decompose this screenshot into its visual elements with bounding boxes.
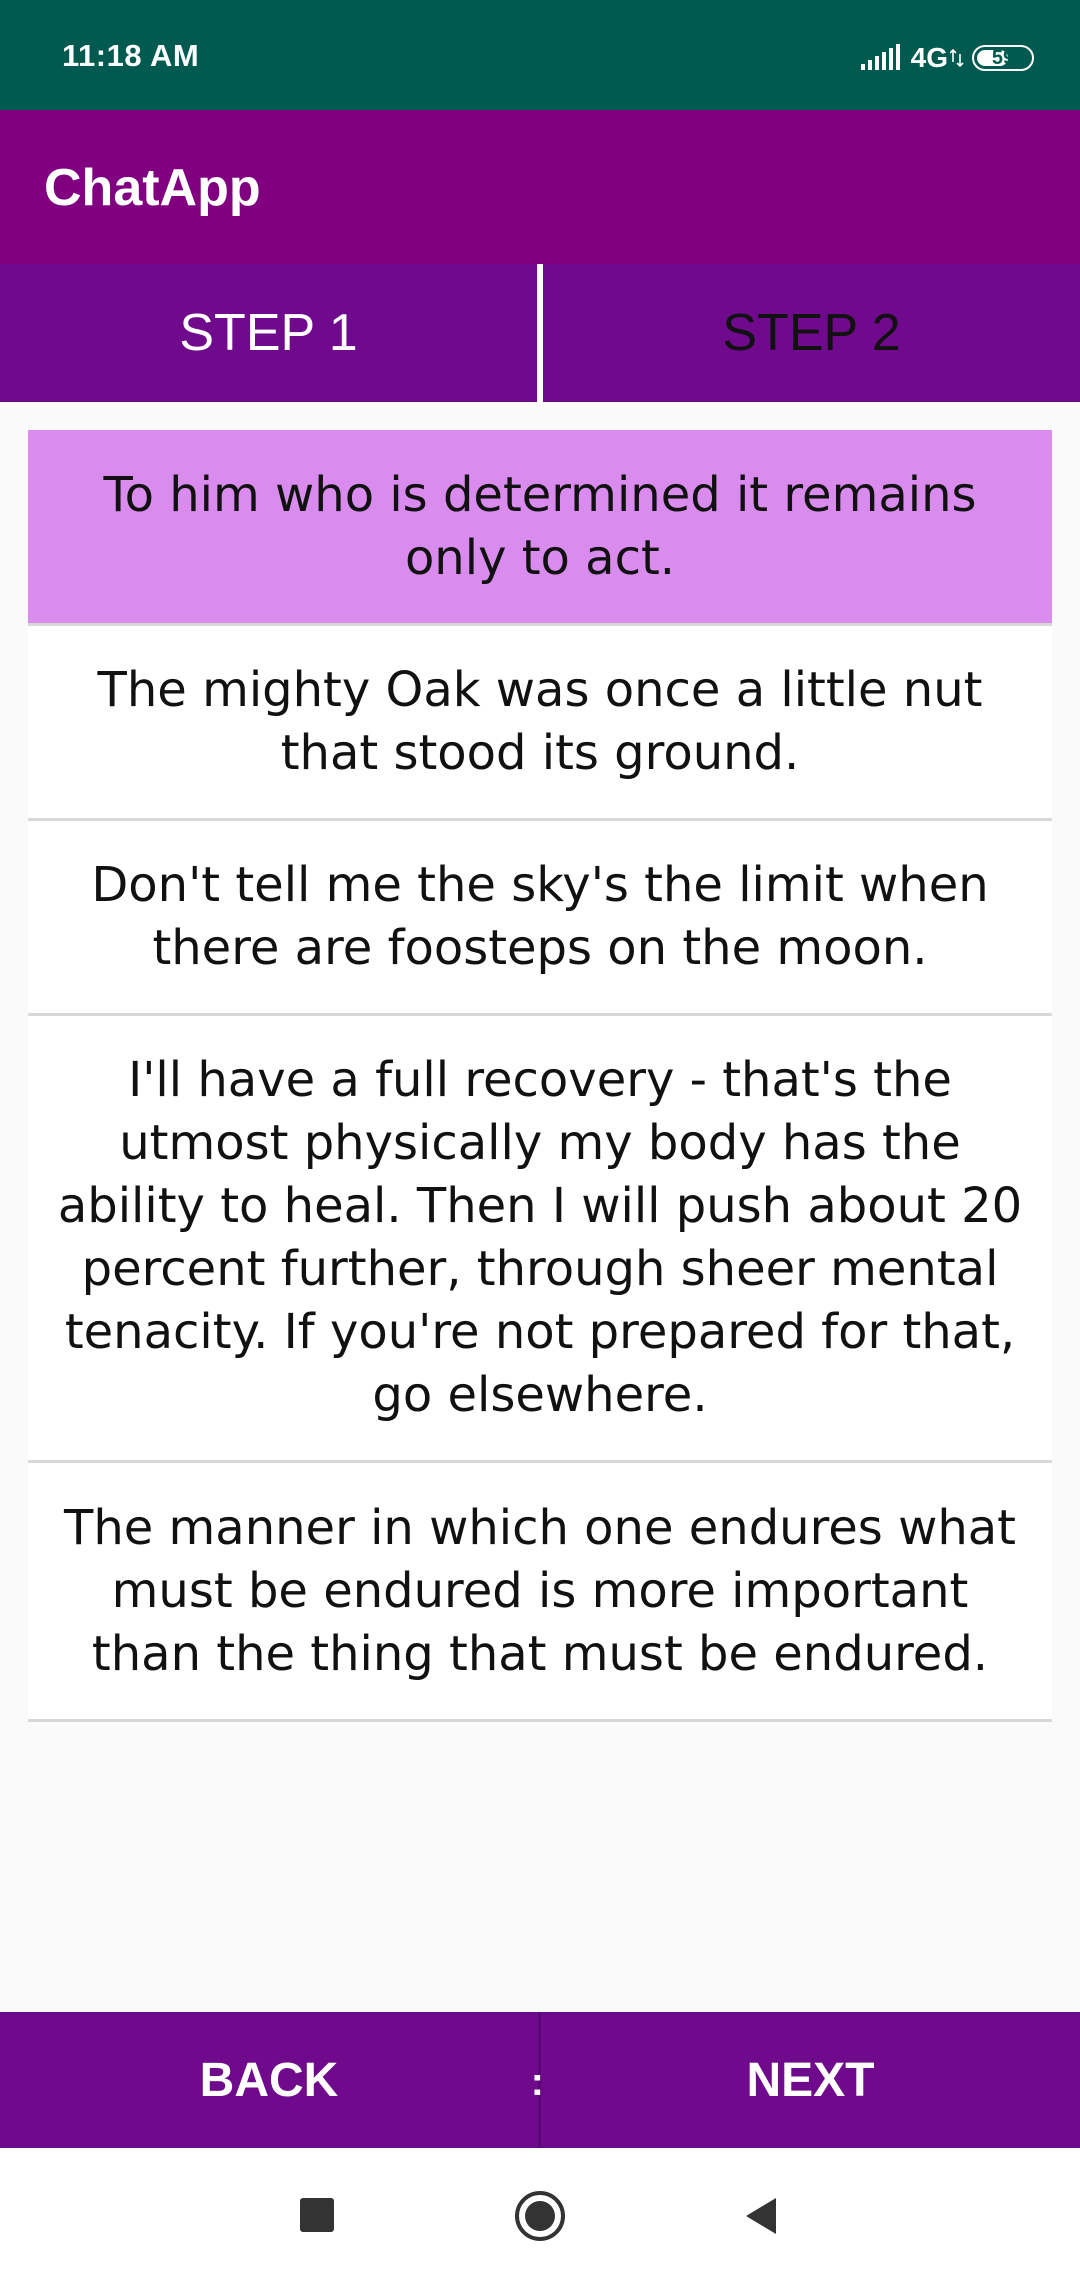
battery-icon: 59: [972, 45, 1034, 71]
signal-icon: [860, 44, 900, 70]
battery-level-label: 59: [991, 46, 1015, 69]
back-button-label: BACK: [199, 2053, 339, 2107]
back-triangle-icon[interactable]: [734, 2188, 790, 2244]
next-button[interactable]: NEXT: [541, 2012, 1080, 2148]
list-item[interactable]: To him who is determined it remains only…: [28, 430, 1052, 626]
next-button-label: NEXT: [746, 2053, 875, 2107]
home-circle-icon[interactable]: [512, 2188, 568, 2244]
status-time: 11:18 AM: [62, 38, 200, 73]
status-icons: 4G 59: [860, 40, 1034, 76]
list-item[interactable]: The mighty Oak was once a little nut tha…: [28, 626, 1052, 821]
tab-step-1[interactable]: STEP 1: [0, 264, 537, 402]
list-item[interactable]: The manner in which one endures what mus…: [28, 1463, 1052, 1722]
back-button[interactable]: BACK :: [0, 2012, 544, 2148]
bottom-bar: BACK : NEXT: [0, 2012, 1080, 2148]
list-item[interactable]: Don't tell me the sky's the limit when t…: [28, 821, 1052, 1016]
tab-step-2[interactable]: STEP 2: [543, 264, 1080, 402]
network-type-label: 4G: [910, 42, 948, 73]
quote-list: To him who is determined it remains only…: [28, 430, 1052, 1722]
data-arrows-icon: [950, 48, 964, 68]
list-item[interactable]: I'll have a full recovery - that's the u…: [28, 1016, 1052, 1463]
status-bar: 11:18 AM 4G 59: [0, 0, 1080, 110]
recents-square-icon[interactable]: [290, 2188, 346, 2244]
system-nav-bar: [0, 2148, 1080, 2280]
tab-bar: STEP 1 STEP 2: [0, 264, 1080, 402]
app-bar: ChatApp: [0, 110, 1080, 264]
app-title: ChatApp: [44, 159, 261, 217]
